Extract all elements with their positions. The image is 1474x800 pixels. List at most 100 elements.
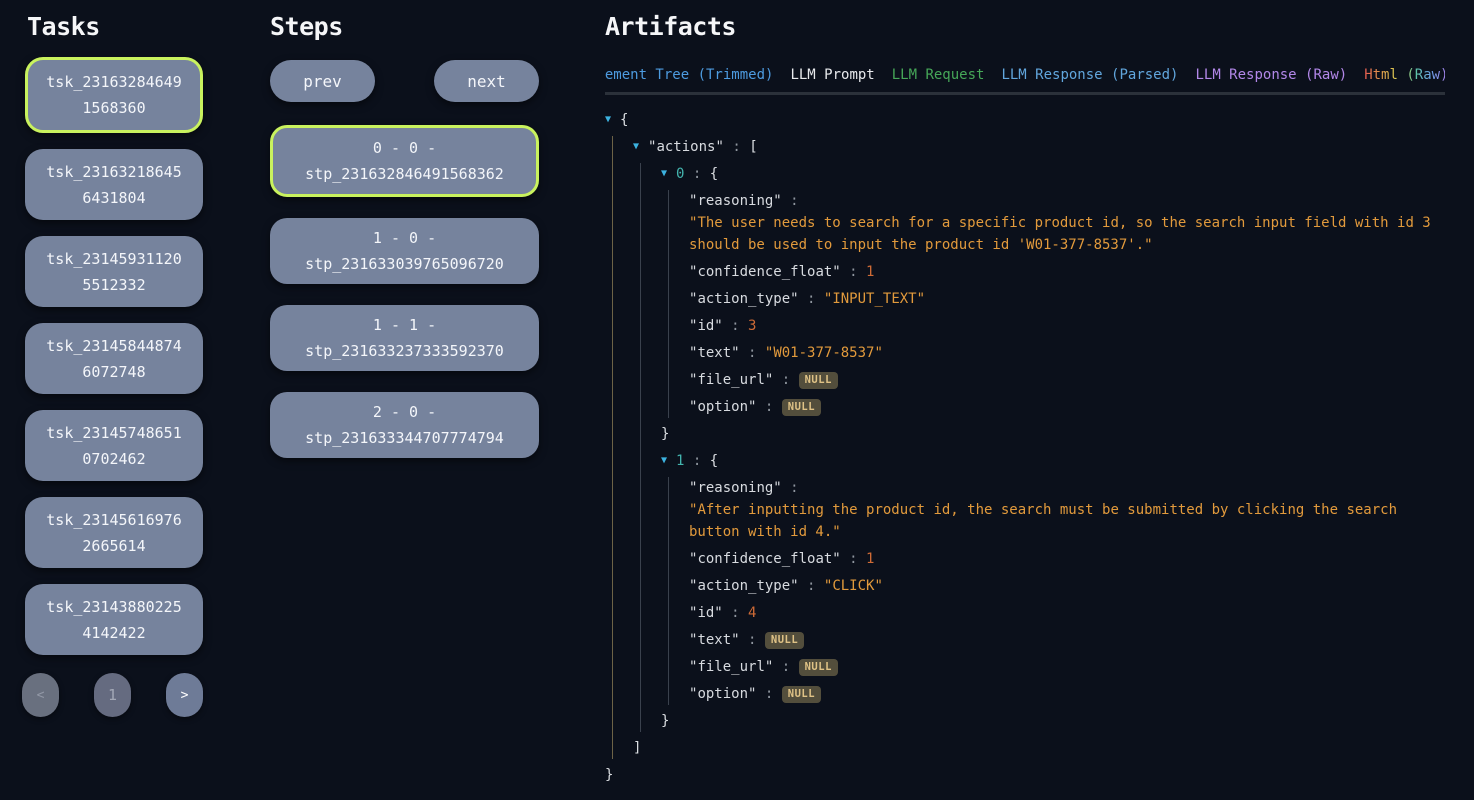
task-button-6[interactable]: tsk_231438802254142422 bbox=[25, 584, 203, 655]
steps-title: Steps bbox=[270, 12, 539, 41]
json-key: file_url bbox=[689, 372, 773, 388]
steps-prev-button[interactable]: prev bbox=[270, 60, 375, 102]
json-open-brace: [ bbox=[749, 139, 757, 155]
steps-next-button[interactable]: next bbox=[434, 60, 539, 102]
step-button-2[interactable]: 1 - 1 - stp_231633237333592370 bbox=[270, 305, 539, 371]
json-colon: : bbox=[740, 632, 765, 648]
json-row: confidence_float : 1 bbox=[689, 548, 1447, 570]
tasks-title: Tasks bbox=[27, 12, 203, 41]
task-button-1[interactable]: tsk_231632186456431804 bbox=[25, 149, 203, 220]
json-open-brace: { bbox=[710, 453, 718, 469]
json-colon: : bbox=[841, 551, 866, 567]
json-close-brace: } bbox=[661, 710, 1447, 732]
tab-llm-response-raw[interactable]: LLM Response (Raw) bbox=[1195, 67, 1347, 83]
json-value-null: NULL bbox=[799, 659, 838, 676]
json-colon: : bbox=[773, 659, 798, 675]
json-key: text bbox=[689, 632, 740, 648]
json-row: ▼{ bbox=[605, 109, 1447, 131]
json-row: file_url : NULL bbox=[689, 369, 1447, 391]
task-button-2[interactable]: tsk_231459311205512332 bbox=[25, 236, 203, 307]
json-row: confidence_float : 1 bbox=[689, 261, 1447, 283]
collapse-toggle-icon[interactable]: ▼ bbox=[661, 450, 676, 472]
task-list: tsk_231632846491568360 tsk_23163218645643… bbox=[25, 57, 203, 655]
step-list: 0 - 0 - stp_231632846491568362 1 - 0 - st… bbox=[270, 125, 539, 458]
task-button-3[interactable]: tsk_231458448746072748 bbox=[25, 323, 203, 394]
tab-llm-response-parsed[interactable]: LLM Response (Parsed) bbox=[1001, 67, 1178, 83]
artifacts-tab-bar: Element Tree (Trimmed) LLM Prompt LLM Requ… bbox=[605, 67, 1445, 95]
json-key: option bbox=[689, 686, 756, 702]
collapse-toggle-icon[interactable]: ▼ bbox=[661, 163, 676, 185]
json-value-number: 1 bbox=[866, 264, 874, 280]
step-button-3[interactable]: 2 - 0 - stp_231633344707774794 bbox=[270, 392, 539, 458]
json-colon: : bbox=[841, 264, 866, 280]
json-key: reasoning bbox=[689, 480, 782, 496]
json-key: actions bbox=[648, 139, 724, 155]
step-button-0[interactable]: 0 - 0 - stp_231632846491568362 bbox=[270, 125, 539, 197]
json-key: action_type bbox=[689, 578, 799, 594]
tasks-pagination: < 1 > bbox=[22, 673, 203, 717]
json-key: file_url bbox=[689, 659, 773, 675]
json-close-brace: ] bbox=[633, 737, 1447, 759]
tab-html-raw[interactable]: Html (Raw) bbox=[1364, 67, 1445, 83]
json-close-brace: } bbox=[661, 423, 1447, 445]
json-value-string: CLICK bbox=[824, 575, 883, 597]
pagination-page-1-button[interactable]: 1 bbox=[94, 673, 131, 717]
json-row: text : W01-377-8537 bbox=[689, 342, 1447, 364]
json-value-string: The user needs to search for a specific … bbox=[689, 212, 1447, 256]
task-button-0[interactable]: tsk_231632846491568360 bbox=[25, 57, 203, 133]
steps-nav-row: prev next bbox=[270, 60, 539, 102]
json-row: ▼1 : { bbox=[661, 450, 1447, 472]
json-row: reasoning : After inputting the product … bbox=[689, 477, 1447, 543]
json-value-number: 3 bbox=[748, 318, 756, 334]
task-button-5[interactable]: tsk_231456169762665614 bbox=[25, 497, 203, 568]
json-key: text bbox=[689, 345, 740, 361]
json-row: text : NULL bbox=[689, 629, 1447, 651]
json-key: id bbox=[689, 605, 723, 621]
json-row: reasoning : The user needs to search for… bbox=[689, 190, 1447, 256]
json-value-null: NULL bbox=[782, 686, 821, 703]
json-value-null: NULL bbox=[799, 372, 838, 389]
pagination-next-button[interactable]: > bbox=[166, 673, 203, 717]
json-children: reasoning : The user needs to search for… bbox=[668, 190, 1447, 418]
json-colon: : bbox=[782, 193, 799, 209]
json-close-brace: } bbox=[605, 764, 1447, 786]
json-colon: : bbox=[684, 166, 709, 182]
json-colon: : bbox=[723, 318, 748, 334]
json-colon: : bbox=[756, 399, 781, 415]
json-row: action_type : INPUT_TEXT bbox=[689, 288, 1447, 310]
artifacts-title: Artifacts bbox=[605, 12, 1445, 41]
pagination-prev-button[interactable]: < bbox=[22, 673, 59, 717]
json-open-brace: { bbox=[620, 112, 628, 128]
json-value-number: 4 bbox=[748, 605, 756, 621]
artifacts-panel: Artifacts Element Tree (Trimmed) LLM Prom… bbox=[605, 12, 1445, 95]
json-colon: : bbox=[740, 345, 765, 361]
json-children: ▼0 : { reasoning : The user needs to sear… bbox=[640, 163, 1447, 732]
json-value-null: NULL bbox=[765, 632, 804, 649]
json-children: reasoning : After inputting the product … bbox=[668, 477, 1447, 705]
json-row: ▼0 : { bbox=[661, 163, 1447, 185]
json-key: id bbox=[689, 318, 723, 334]
collapse-toggle-icon[interactable]: ▼ bbox=[633, 136, 648, 158]
json-colon: : bbox=[684, 453, 709, 469]
json-row: action_type : CLICK bbox=[689, 575, 1447, 597]
json-colon: : bbox=[773, 372, 798, 388]
step-button-1[interactable]: 1 - 0 - stp_231633039765096720 bbox=[270, 218, 539, 284]
tab-element-tree-trimmed[interactable]: Element Tree (Trimmed) bbox=[605, 67, 773, 83]
json-key: confidence_float bbox=[689, 551, 841, 567]
json-colon: : bbox=[799, 578, 824, 594]
json-value-number: 1 bbox=[866, 551, 874, 567]
json-row: file_url : NULL bbox=[689, 656, 1447, 678]
json-key: option bbox=[689, 399, 756, 415]
json-colon: : bbox=[782, 480, 799, 496]
json-key: action_type bbox=[689, 291, 799, 307]
steps-panel: Steps prev next 0 - 0 - stp_231632846491… bbox=[270, 12, 539, 479]
json-value-string: INPUT_TEXT bbox=[824, 288, 925, 310]
json-row: ▼actions : [ bbox=[633, 136, 1447, 158]
tab-llm-request[interactable]: LLM Request bbox=[892, 67, 985, 83]
task-button-4[interactable]: tsk_231457486510702462 bbox=[25, 410, 203, 481]
json-colon: : bbox=[756, 686, 781, 702]
json-key: confidence_float bbox=[689, 264, 841, 280]
tab-llm-prompt[interactable]: LLM Prompt bbox=[790, 67, 874, 83]
json-row: id : 3 bbox=[689, 315, 1447, 337]
collapse-toggle-icon[interactable]: ▼ bbox=[605, 109, 620, 131]
